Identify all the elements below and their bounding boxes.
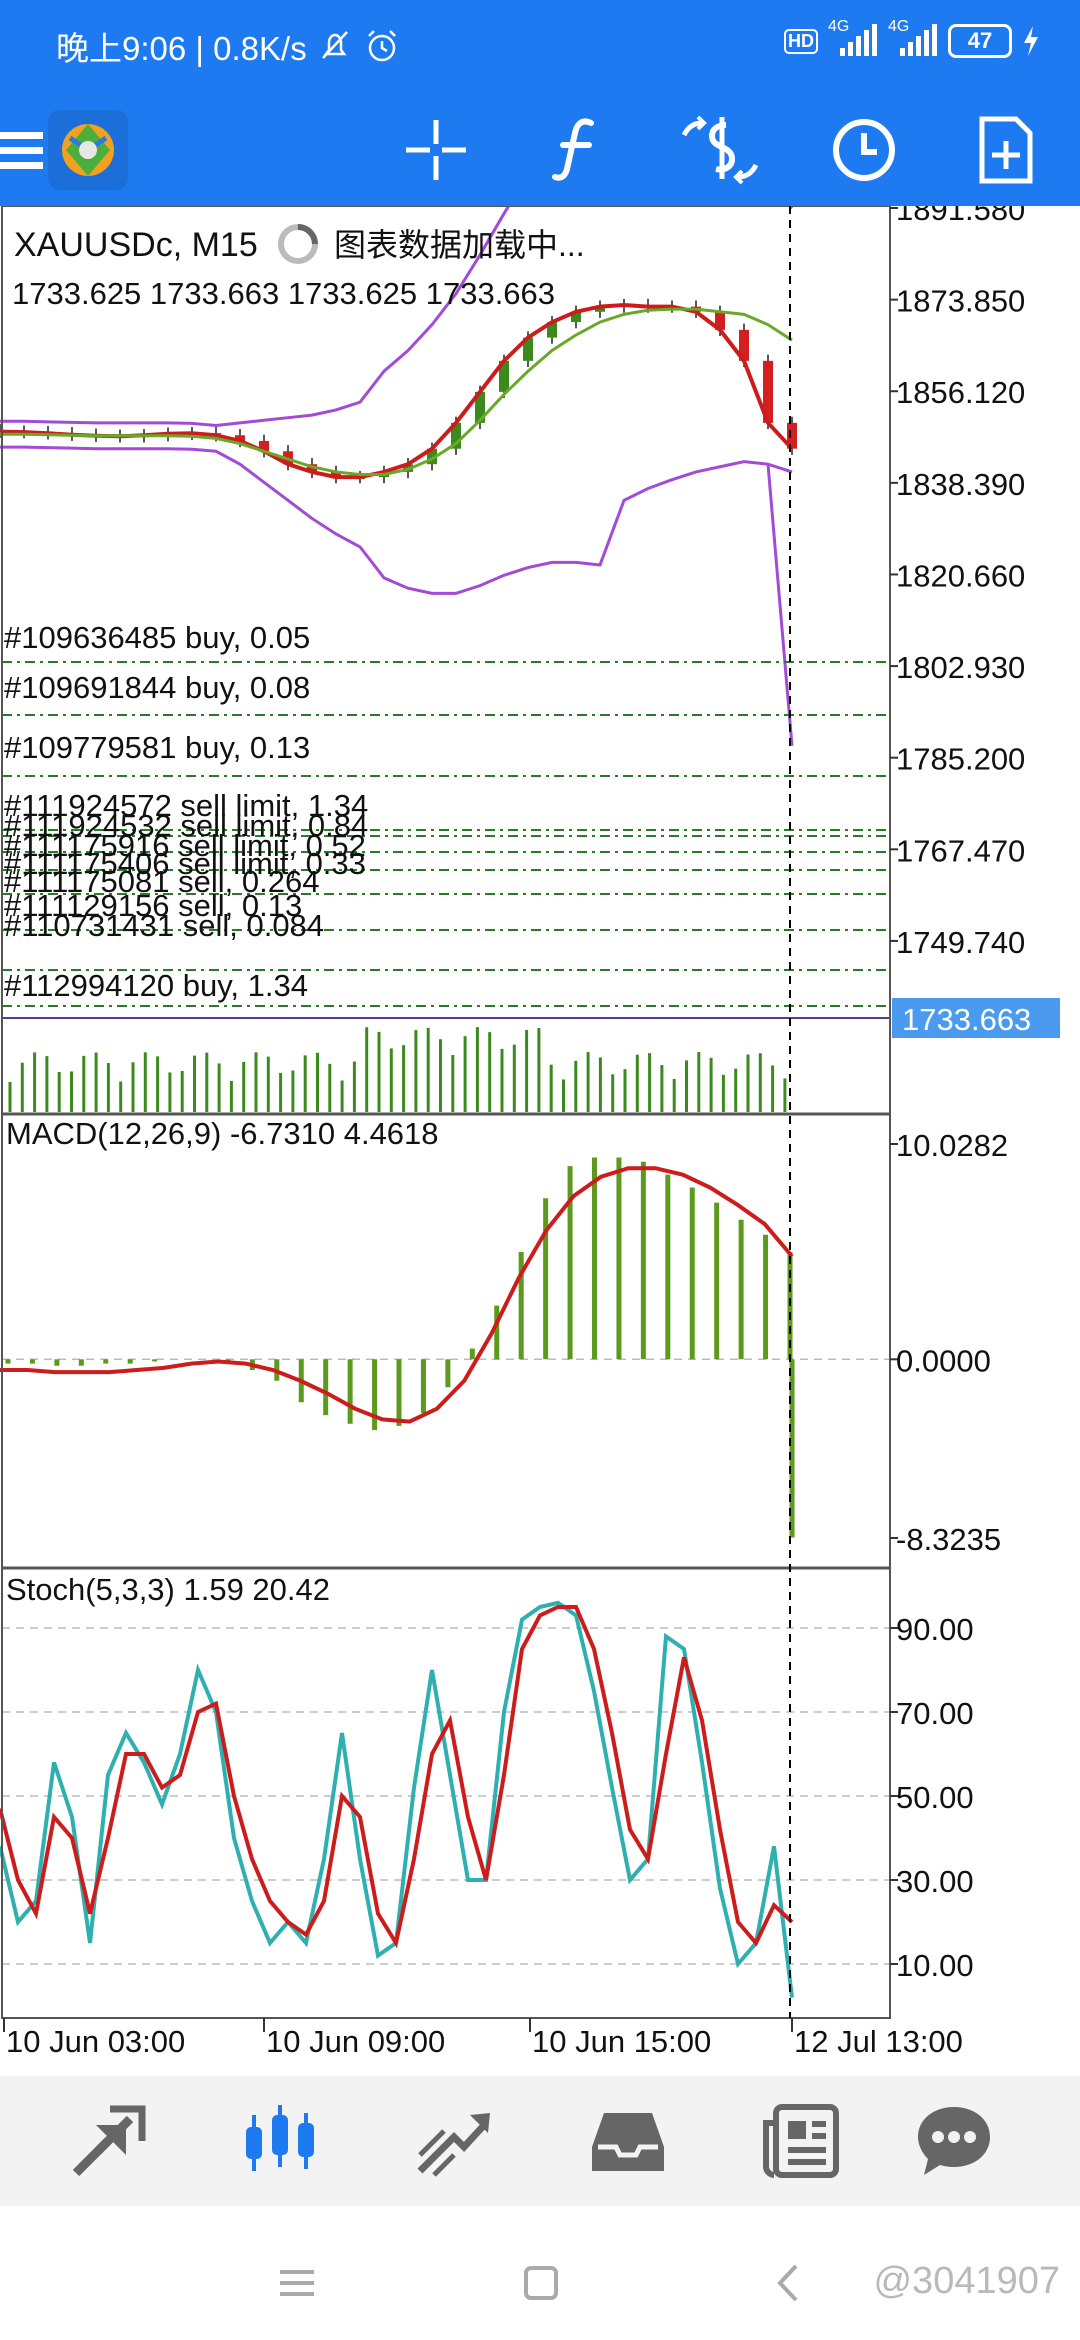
indicators-button[interactable] <box>536 110 616 190</box>
macd-panel <box>0 1157 795 1538</box>
time-tick-label: 10 Jun 15:00 <box>532 2024 711 2059</box>
loading-spinner-arc <box>297 224 318 245</box>
signal-strength-2-icon: 4G <box>888 18 938 58</box>
nav-news[interactable] <box>752 2096 852 2186</box>
nav-quotes[interactable] <box>58 2096 158 2186</box>
status-left: 晚上9:06 | 0.8K/s <box>56 22 401 70</box>
chart-icon <box>246 2105 314 2171</box>
stoch-tick-label: 30.00 <box>896 1864 974 1899</box>
app-logo-button[interactable] <box>48 110 128 190</box>
trade-chart-icon <box>417 2113 490 2177</box>
symbol-label: XAUUSDc, M15 <box>14 226 258 264</box>
chart-area[interactable]: #109636485 buy, 0.05 #109691844 buy, 0.08… <box>0 76 1080 2076</box>
nav-chat[interactable] <box>904 2096 1004 2186</box>
quotes-icon <box>72 2105 146 2177</box>
fast-ma-line <box>0 303 794 480</box>
grid-lines <box>2 1358 890 1965</box>
recent-apps-icon[interactable] <box>280 2268 314 2298</box>
inbox-icon <box>592 2113 664 2171</box>
function-icon <box>552 118 594 181</box>
status-time-speed: 晚上9:06 | 0.8K/s <box>56 30 307 67</box>
nav-chart[interactable] <box>230 2096 330 2186</box>
order-label: #110731431 sell, 0.084 <box>4 908 324 943</box>
macd-tick-label: 0.0000 <box>896 1343 991 1378</box>
price-tick-label: 1891.580 <box>896 206 1025 227</box>
time-tick-label: 12 Jul 13:00 <box>794 2024 963 2059</box>
order-label: #112994120 buy, 1.34 <box>4 968 308 1003</box>
menu-icon <box>0 132 43 169</box>
price-tick-label: 1767.470 <box>896 833 1025 868</box>
loading-indicator <box>278 224 318 264</box>
order-label: #109636485 buy, 0.05 <box>4 620 310 655</box>
macd-tick-label: 10.0282 <box>896 1128 1008 1163</box>
crosshair-button[interactable] <box>396 110 476 190</box>
macd-tick-label: -8.3235 <box>896 1522 1001 1557</box>
current-price-tag: 1733.663 <box>892 998 1060 1038</box>
price-tick-label: 1820.660 <box>896 558 1025 593</box>
back-icon[interactable] <box>776 2264 800 2302</box>
order-label: #109779581 buy, 0.13 <box>4 730 310 765</box>
crosshair-icon <box>406 120 466 180</box>
macd-signal-line <box>0 1166 794 1424</box>
stoch-signal-line <box>0 1605 794 1949</box>
watermark-text: @3041907 <box>873 2260 1060 2302</box>
price-tick-label: 1802.930 <box>896 650 1025 685</box>
stochastic-panel <box>0 1600 794 1998</box>
price-tick-label: 1873.850 <box>896 284 1025 319</box>
hd-badge: HD <box>784 28 818 54</box>
bollinger-lower-spike <box>766 464 794 746</box>
new-order-button[interactable] <box>966 110 1046 190</box>
charging-icon <box>1024 26 1038 56</box>
chart-toolbar <box>0 96 1080 206</box>
status-right: HD 4G 4G 47 <box>784 18 1040 58</box>
chart-canvas[interactable]: #109636485 buy, 0.05 #109691844 buy, 0.08… <box>0 76 1080 2076</box>
mute-bell-icon <box>321 31 348 59</box>
trade-button[interactable] <box>680 110 760 190</box>
nav-trade[interactable] <box>404 2096 504 2186</box>
stoch-tick-label: 10.00 <box>896 1948 974 1983</box>
ohlc-values: 1733.625 1733.663 1733.625 1733.663 <box>12 276 555 311</box>
stoch-tick-label: 70.00 <box>896 1696 974 1731</box>
system-navigation: @3041907 <box>0 2206 1080 2340</box>
clock-icon <box>833 119 895 181</box>
loading-text: 图表数据加载中... <box>334 227 585 263</box>
add-document-icon <box>979 116 1033 184</box>
time-tick-label: 10 Jun 09:00 <box>266 2024 445 2059</box>
trade-icon <box>681 115 759 185</box>
price-tick-label: 1785.200 <box>896 742 1025 777</box>
stoch-label: Stoch(5,3,3) 1.59 20.42 <box>6 1572 330 1607</box>
signal-strength-icon: 4G <box>828 18 878 58</box>
order-lines: #109636485 buy, 0.05 #109691844 buy, 0.08… <box>2 620 890 1019</box>
status-bar: 晚上9:06 | 0.8K/s HD 4G 4G 47 <box>0 0 1080 96</box>
alarm-icon <box>367 30 396 62</box>
bottom-navigation <box>0 2076 1080 2206</box>
stoch-tick-label: 50.00 <box>896 1780 974 1815</box>
nav-history[interactable] <box>578 2096 678 2186</box>
chat-icon <box>918 2107 990 2175</box>
home-icon[interactable] <box>524 2266 558 2300</box>
timeframe-button[interactable] <box>824 110 904 190</box>
news-icon <box>763 2104 839 2178</box>
macd-label: MACD(12,26,9) -6.7310 4.4618 <box>6 1116 439 1151</box>
order-label: #109691844 buy, 0.08 <box>4 670 310 705</box>
price-tick-label: 1856.120 <box>896 375 1025 410</box>
battery-icon: 47 <box>948 24 1012 58</box>
app-logo <box>48 110 128 190</box>
current-price-value: 1733.663 <box>902 1002 1031 1037</box>
price-tick-label: 1749.740 <box>896 925 1025 960</box>
time-tick-label: 10 Jun 03:00 <box>6 2024 185 2059</box>
price-tick-label: 1838.390 <box>896 467 1025 502</box>
stoch-tick-label: 90.00 <box>896 1612 974 1647</box>
